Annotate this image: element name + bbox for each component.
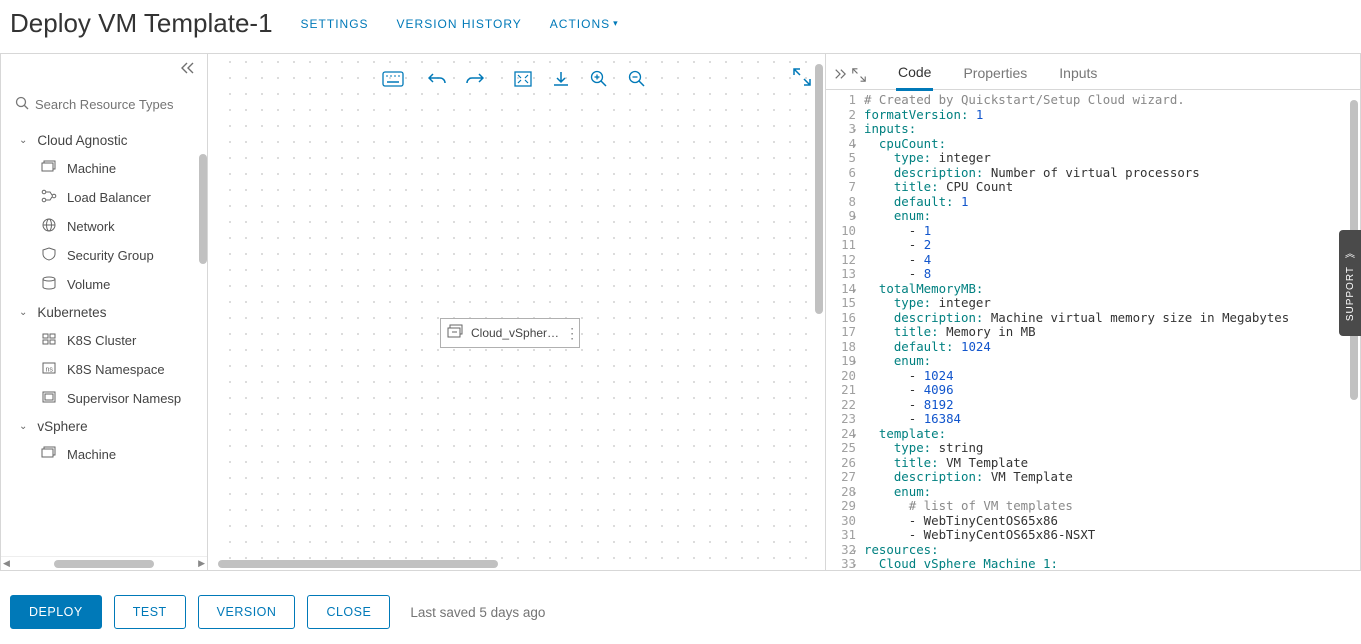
deploy-button[interactable]: DEPLOY <box>10 595 102 629</box>
sidebar-item-volume[interactable]: Volume <box>1 270 207 299</box>
svg-text:ns: ns <box>46 367 54 374</box>
node-menu-icon[interactable]: ⋮ <box>565 325 578 342</box>
chevron-down-icon: ⌄ <box>19 421 27 432</box>
sidebar-scrollbar-vertical[interactable] <box>199 154 207 264</box>
redo-icon[interactable] <box>462 68 488 90</box>
tab-properties[interactable]: Properties <box>961 61 1029 89</box>
resource-icon <box>41 276 57 293</box>
item-label: Supervisor Namesp <box>67 391 181 406</box>
item-label: Network <box>67 219 115 234</box>
header-tabs: SETTINGS VERSION HISTORY ACTIONS▾ <box>301 17 619 31</box>
item-label: Load Balancer <box>67 190 151 205</box>
chevron-down-icon: ⌄ <box>19 307 27 318</box>
canvas-scrollbar-horizontal[interactable] <box>218 560 498 568</box>
resource-icon <box>41 247 57 264</box>
tab-actions[interactable]: ACTIONS▾ <box>550 17 619 31</box>
resource-icon <box>41 160 57 177</box>
sidebar-scrollbar-horizontal[interactable]: ◀ ▶ <box>1 556 207 570</box>
sidebar-item-supervisor-namesp[interactable]: Supervisor Namesp <box>1 384 207 413</box>
resource-icon <box>41 218 57 235</box>
zoom-out-icon[interactable] <box>624 68 650 90</box>
item-label: K8S Namespace <box>67 362 165 377</box>
version-button[interactable]: VERSION <box>198 595 296 629</box>
group-cloud-agnostic[interactable]: ⌄ Cloud Agnostic <box>1 127 207 154</box>
group-label: vSphere <box>37 419 87 434</box>
scroll-left-icon[interactable]: ◀ <box>3 558 10 569</box>
item-label: Security Group <box>67 248 154 263</box>
tab-version-history[interactable]: VERSION HISTORY <box>397 17 522 31</box>
sidebar-item-network[interactable]: Network <box>1 212 207 241</box>
chevron-up-icon: ︽ <box>1345 245 1355 260</box>
vm-icon <box>447 324 465 343</box>
sidebar-item-k8s-namespace[interactable]: ns K8S Namespace <box>1 355 207 384</box>
resource-types-sidebar: ⌄ Cloud Agnostic Machine Load Balancer Netwo… <box>0 53 208 571</box>
code-panel: Code Properties Inputs 12345678910111213… <box>825 53 1361 571</box>
tab-inputs[interactable]: Inputs <box>1057 61 1099 89</box>
canvas-toolbar <box>380 68 654 90</box>
tab-settings[interactable]: SETTINGS <box>301 17 369 31</box>
resource-icon: ns <box>41 361 57 378</box>
item-label: Machine <box>67 447 116 462</box>
sidebar-item-load-balancer[interactable]: Load Balancer <box>1 183 207 212</box>
resource-icon <box>41 390 57 407</box>
fit-screen-icon[interactable] <box>510 68 536 90</box>
sidebar-item-k8s-cluster[interactable]: K8S Cluster <box>1 326 207 355</box>
canvas-scrollbar-vertical[interactable] <box>815 64 823 314</box>
chevron-down-icon: ⌄ <box>19 135 27 146</box>
resource-icon <box>41 189 57 206</box>
item-label: Volume <box>67 277 110 292</box>
chevron-down-icon: ▾ <box>613 18 619 29</box>
sidebar-item-machine[interactable]: Machine <box>1 440 207 469</box>
design-canvas[interactable]: Cloud_vSpher… ⋮ <box>208 53 825 571</box>
zoom-in-icon[interactable] <box>586 68 612 90</box>
scroll-right-icon[interactable]: ▶ <box>198 558 205 569</box>
footer-bar: DEPLOY TEST VERSION CLOSE Last saved 5 d… <box>0 580 1361 644</box>
resource-icon <box>41 332 57 349</box>
canvas-node-label: Cloud_vSpher… <box>471 326 559 340</box>
tab-code[interactable]: Code <box>896 60 933 91</box>
group-label: Cloud Agnostic <box>37 133 127 148</box>
close-button[interactable]: CLOSE <box>307 595 390 629</box>
download-icon[interactable] <box>548 68 574 90</box>
code-editor[interactable]: 1234567891011121314151617181920212223242… <box>826 90 1360 570</box>
resource-icon <box>41 446 57 463</box>
expand-code-panel-icon[interactable] <box>834 68 866 82</box>
group-vsphere[interactable]: ⌄ vSphere <box>1 413 207 440</box>
support-tab[interactable]: ︽ SUPPORT <box>1339 230 1361 336</box>
last-saved-status: Last saved 5 days ago <box>410 605 545 620</box>
page-header: Deploy VM Template-1 SETTINGS VERSION HI… <box>0 0 1361 53</box>
search-input[interactable] <box>35 97 190 112</box>
undo-icon[interactable] <box>424 68 450 90</box>
group-label: Kubernetes <box>37 305 106 320</box>
sidebar-item-security-group[interactable]: Security Group <box>1 241 207 270</box>
item-label: K8S Cluster <box>67 333 136 348</box>
keyboard-icon[interactable] <box>380 68 406 90</box>
search-icon <box>15 96 29 113</box>
group-kubernetes[interactable]: ⌄ Kubernetes <box>1 299 207 326</box>
canvas-node-vsphere-machine[interactable]: Cloud_vSpher… ⋮ <box>440 318 580 348</box>
collapse-sidebar-icon[interactable] <box>181 62 195 80</box>
item-label: Machine <box>67 161 116 176</box>
sidebar-item-machine[interactable]: Machine <box>1 154 207 183</box>
page-title: Deploy VM Template-1 <box>10 8 273 39</box>
test-button[interactable]: TEST <box>114 595 186 629</box>
expand-canvas-icon[interactable] <box>793 68 811 89</box>
